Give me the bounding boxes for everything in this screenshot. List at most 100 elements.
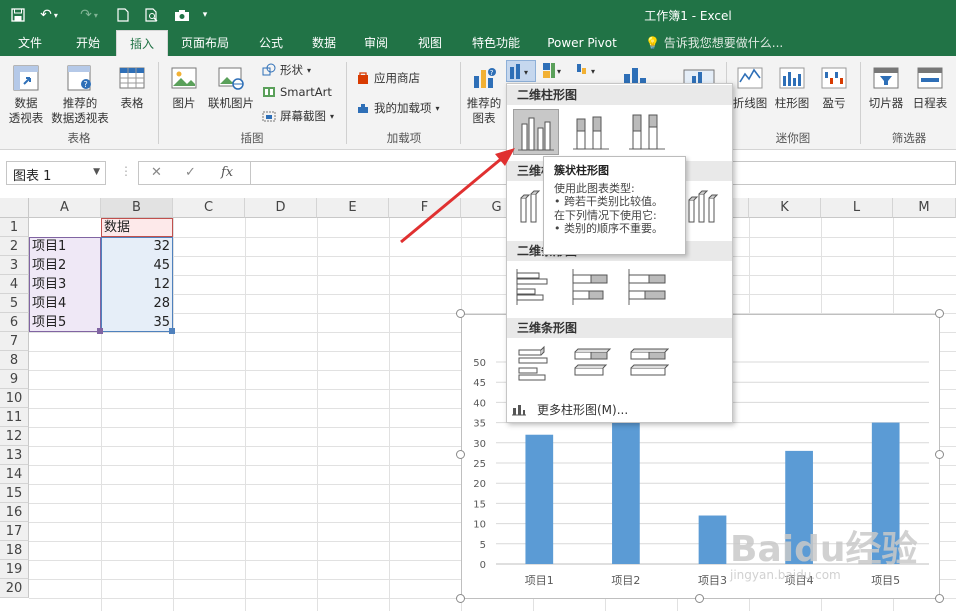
3d-column-option[interactable] [681, 184, 727, 230]
cell-value[interactable]: 12 [101, 275, 173, 294]
screenshot-icon [262, 109, 276, 123]
row-header[interactable]: 17 [0, 522, 29, 541]
column-header[interactable]: A [29, 198, 101, 218]
column-header[interactable]: E [317, 198, 389, 218]
tab-page-layout[interactable]: 页面布局 [172, 30, 238, 56]
column-header[interactable]: D [245, 198, 317, 218]
sparkline-column-button[interactable]: 柱形图 [772, 60, 812, 111]
pivot-table-button[interactable]: 数据 透视表 [4, 60, 48, 126]
cancel-icon[interactable]: ✕ [151, 165, 162, 180]
row-header[interactable]: 12 [0, 427, 29, 446]
tab-formulas[interactable]: 公式 [246, 30, 296, 56]
column-header[interactable]: L [821, 198, 893, 218]
tab-special[interactable]: 特色功能 [460, 30, 532, 56]
slicer-button[interactable]: 切片器 [864, 60, 908, 111]
column-header[interactable]: C [173, 198, 245, 218]
tab-data[interactable]: 数据 [300, 30, 348, 56]
row-header[interactable]: 5 [0, 294, 29, 313]
chart-resize-handle[interactable] [456, 594, 465, 603]
table-button[interactable]: 表格 [112, 60, 152, 111]
formula-buttons: ✕ ✓ fx [138, 161, 250, 185]
screenshot-button[interactable]: 屏幕截图 ▾ [262, 108, 334, 124]
tab-power-pivot[interactable]: Power Pivot [540, 30, 624, 56]
row-header[interactable]: 19 [0, 560, 29, 579]
cell-b1[interactable]: 数据 [101, 218, 173, 237]
row-header[interactable]: 15 [0, 484, 29, 503]
row-header[interactable]: 10 [0, 389, 29, 408]
clustered-bar-option[interactable] [513, 265, 559, 311]
chevron-down-icon: ▾ [307, 65, 312, 75]
cell-category[interactable]: 项目2 [29, 256, 101, 275]
sparkline-winloss-button[interactable]: 盈亏 [814, 60, 854, 111]
column-chart-button[interactable]: ▾ [506, 60, 536, 82]
percent-stacked-column-option[interactable] [625, 109, 671, 155]
chart-resize-handle[interactable] [456, 450, 465, 459]
column-header[interactable]: K [749, 198, 821, 218]
svg-text:▾: ▾ [557, 67, 561, 76]
store-button[interactable]: 应用商店 [356, 70, 420, 86]
tab-review[interactable]: 审阅 [352, 30, 400, 56]
tab-view[interactable]: 视图 [406, 30, 454, 56]
cell-value[interactable]: 45 [101, 256, 173, 275]
cell-category[interactable]: 项目4 [29, 294, 101, 313]
chart-resize-handle[interactable] [695, 594, 704, 603]
row-header[interactable]: 2 [0, 237, 29, 256]
cell-value[interactable]: 35 [101, 313, 173, 332]
chevron-down-icon: ▼ [93, 167, 100, 177]
chart-resize-handle[interactable] [935, 450, 944, 459]
3d-stacked-bar-option[interactable] [569, 342, 615, 388]
cell-category[interactable]: 项目3 [29, 275, 101, 294]
tab-insert[interactable]: 插入 [116, 30, 168, 56]
column-header[interactable]: M [893, 198, 956, 218]
chart-resize-handle[interactable] [935, 594, 944, 603]
sparkline-line-button[interactable]: 折线图 [730, 60, 770, 111]
gridline [245, 218, 246, 611]
row-header[interactable]: 3 [0, 256, 29, 275]
tab-file[interactable]: 文件 [6, 30, 54, 56]
online-picture-button[interactable]: 联机图片 [204, 60, 258, 111]
chart-resize-handle[interactable] [935, 309, 944, 318]
row-header[interactable]: 1 [0, 218, 29, 237]
enter-icon[interactable]: ✓ [185, 165, 196, 180]
row-header[interactable]: 11 [0, 408, 29, 427]
tab-home[interactable]: 开始 [62, 30, 114, 56]
cell-category[interactable]: 项目5 [29, 313, 101, 332]
stacked-bar-option[interactable] [569, 265, 615, 311]
row-header[interactable]: 4 [0, 275, 29, 294]
row-header[interactable]: 13 [0, 446, 29, 465]
name-box[interactable]: 图表 1 ▼ [6, 161, 106, 185]
my-addins-button[interactable]: 我的加载项 ▾ [356, 100, 440, 116]
insert-function-icon[interactable]: fx [221, 165, 233, 180]
row-header[interactable]: 8 [0, 351, 29, 370]
row-header[interactable]: 18 [0, 541, 29, 560]
timeline-button[interactable]: 日程表 [908, 60, 952, 111]
more-column-charts-link[interactable]: 更多柱形图(M)... [511, 398, 628, 420]
hierarchy-chart-button[interactable]: ▾ [540, 60, 570, 82]
chart-bar[interactable] [698, 515, 727, 564]
tooltip-line: • 跨若干类别比较值。 [554, 195, 663, 208]
row-header[interactable]: 16 [0, 503, 29, 522]
cell-value[interactable]: 32 [101, 237, 173, 256]
column-header[interactable]: B [101, 198, 173, 218]
waterfall-chart-button[interactable]: ▾ [574, 60, 604, 82]
row-header[interactable]: 20 [0, 579, 29, 598]
recommended-pivot-button[interactable]: ? 推荐的 数据透视表 [50, 60, 110, 126]
3d-percent-stacked-bar-option[interactable] [625, 342, 671, 388]
picture-button[interactable]: 图片 [164, 60, 204, 111]
stacked-column-option[interactable] [569, 109, 615, 155]
percent-stacked-bar-option[interactable] [625, 265, 671, 311]
chart-bar[interactable] [525, 434, 554, 564]
select-all-corner[interactable] [0, 198, 29, 218]
cell-value[interactable]: 28 [101, 294, 173, 313]
row-header[interactable]: 14 [0, 465, 29, 484]
smartart-button[interactable]: SmartArt [262, 85, 332, 99]
shapes-button[interactable]: 形状 ▾ [262, 62, 311, 78]
3d-clustered-bar-option[interactable] [513, 342, 559, 388]
row-header[interactable]: 9 [0, 370, 29, 389]
tell-me-box[interactable]: 💡 告诉我您想要做什么... [645, 30, 783, 56]
row-header[interactable]: 6 [0, 313, 29, 332]
chart-resize-handle[interactable] [456, 309, 465, 318]
row-header[interactable]: 7 [0, 332, 29, 351]
recommended-charts-button[interactable]: ? 推荐的 图表 [464, 60, 504, 126]
cell-category[interactable]: 项目1 [29, 237, 101, 256]
